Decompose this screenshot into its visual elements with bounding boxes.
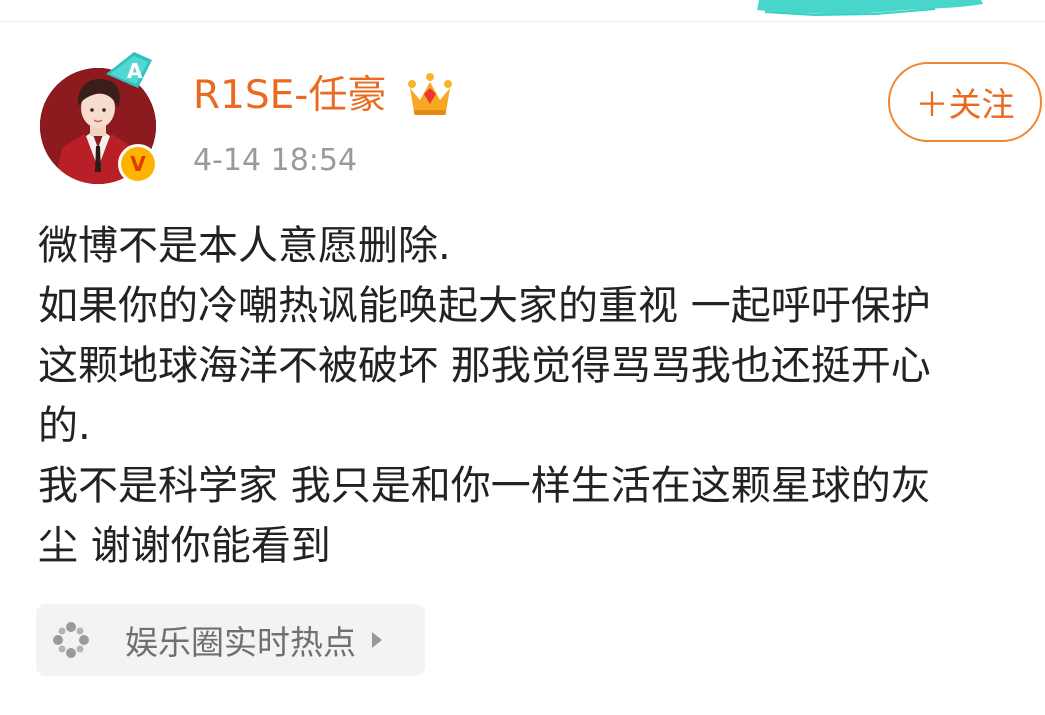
topic-dots-icon — [53, 622, 89, 658]
post-line: 微博不是本人意愿删除. — [38, 223, 451, 269]
post-line: 我不是科学家 我只是和你一样生活在这颗星球的灰 — [38, 463, 931, 509]
post-line: 的. — [38, 403, 91, 449]
chevron-right-icon — [372, 632, 382, 648]
post-line: 尘 谢谢你能看到 — [38, 523, 331, 569]
verified-badge-icon: V — [118, 144, 158, 184]
follow-button[interactable]: ＋关注 — [888, 62, 1042, 142]
a-tag-icon: A — [106, 52, 152, 88]
weibo-post-card: A V R1SE-任豪 4-14 18:54 ＋关注 微博不是本人意愿删除. 如… — [0, 0, 1045, 715]
brush-stroke-decoration — [757, 0, 983, 16]
topic-chip[interactable]: 娱乐圈实时热点 — [36, 604, 425, 676]
post-body: 微博不是本人意愿删除. 如果你的冷嘲热讽能唤起大家的重视 一起呼吁保护 这颗地球… — [38, 216, 1028, 576]
topic-label: 娱乐圈实时热点 — [125, 623, 356, 662]
post-timestamp: 4-14 18:54 — [193, 143, 358, 178]
crown-icon[interactable] — [406, 72, 454, 118]
username[interactable]: R1SE-任豪 — [193, 72, 386, 120]
post-line: 如果你的冷嘲热讽能唤起大家的重视 一起呼吁保护 — [38, 283, 931, 329]
post-line: 这颗地球海洋不被破坏 那我觉得骂骂我也还挺开心 — [38, 343, 931, 389]
tag-label: A — [127, 59, 143, 83]
avatar-container[interactable]: A V — [38, 48, 163, 188]
verified-label: V — [130, 152, 146, 176]
top-divider — [0, 21, 1045, 22]
